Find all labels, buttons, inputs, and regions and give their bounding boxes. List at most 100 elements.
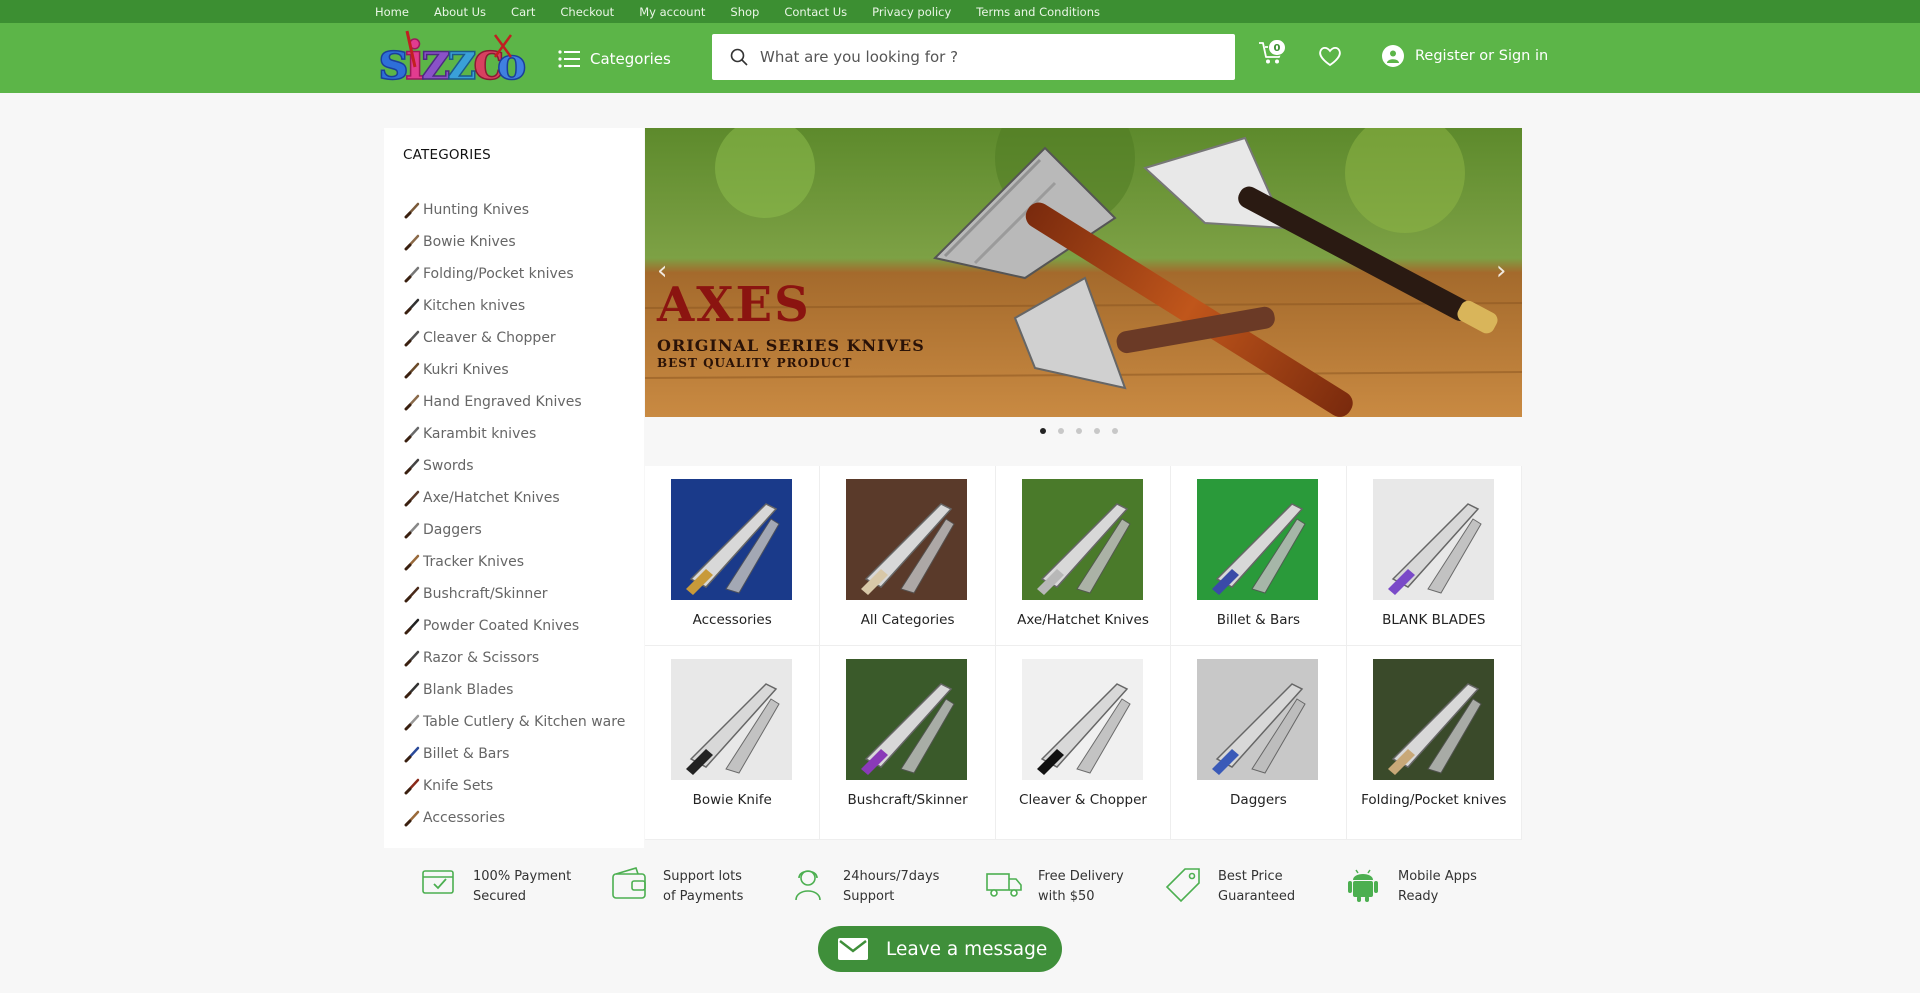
sidebar-item-label: Kitchen knives [423, 298, 526, 314]
category-card-label: All Categories [860, 612, 955, 628]
feature-text: 100% Payment Secured [473, 867, 571, 907]
sidebar-item[interactable]: Hand Engraved Knives [403, 386, 625, 418]
sidebar-item-label: Knife Sets [423, 778, 494, 794]
sidebar-item-label: Accessories [423, 810, 506, 826]
nav-link-cart[interactable]: Cart [511, 5, 535, 19]
slider-dot[interactable] [1040, 428, 1046, 434]
site-logo[interactable]: s i z z c o [377, 27, 527, 93]
sidebar-item[interactable]: Bushcraft/Skinner [403, 578, 625, 610]
hero-banner[interactable]: AXES ORIGINAL SERIES KNIVES BEST QUALITY… [645, 128, 1522, 417]
search-input[interactable] [760, 48, 1200, 66]
sidebar-item[interactable]: Bowie Knives [403, 226, 625, 258]
categories-button[interactable]: Categories [558, 45, 671, 73]
feature-line2: Ready [1398, 889, 1439, 904]
category-card[interactable]: Axe/Hatchet Knives [995, 466, 1172, 646]
sidebar-item[interactable]: Daggers [403, 514, 625, 546]
feature-line2: Guaranteed [1218, 889, 1296, 904]
banner-prev-arrow-icon[interactable]: ‹ [657, 258, 667, 284]
sidebar-item[interactable]: Cleaver & Chopper [403, 322, 625, 354]
category-card[interactable]: Bowie Knife [645, 646, 821, 840]
slider-dot[interactable] [1094, 428, 1100, 434]
categories-label: Categories [590, 50, 671, 68]
category-image [1197, 659, 1319, 780]
sidebar-item-label: Hand Engraved Knives [423, 394, 582, 410]
category-card[interactable]: All Categories [820, 466, 996, 646]
nav-link-privacy[interactable]: Privacy policy [872, 5, 951, 19]
category-card[interactable]: Billet & Bars [1171, 466, 1347, 646]
sidebar-item[interactable]: Hunting Knives [403, 194, 625, 226]
category-card[interactable]: Daggers [1171, 646, 1347, 840]
sidebar-item[interactable]: Axe/Hatchet Knives [403, 482, 625, 514]
category-thumb-icon [403, 233, 421, 251]
feature-text: Mobile Apps Ready [1398, 867, 1477, 907]
category-card-label: Cleaver & Chopper [1019, 792, 1147, 808]
sidebar-item-label: Hunting Knives [423, 202, 529, 218]
sidebar-item[interactable]: Blank Blades [403, 674, 625, 706]
feature-text: 24hours/7days Support [843, 867, 939, 907]
feature-line1: 100% Payment [473, 869, 572, 884]
nav-link-contact[interactable]: Contact Us [784, 5, 847, 19]
sidebar-item[interactable]: Kitchen knives [403, 290, 625, 322]
feature-item: Free Delivery with $50 [985, 866, 1124, 908]
category-image [846, 479, 968, 600]
category-thumb-icon [403, 681, 421, 699]
top-navigation: Home About Us Cart Checkout My account S… [0, 0, 1920, 23]
sidebar-item[interactable]: Swords [403, 450, 625, 482]
category-card[interactable]: Bushcraft/Skinner [820, 646, 996, 840]
slider-dot[interactable] [1076, 428, 1082, 434]
price-tag-icon [1165, 866, 1203, 908]
sidebar-item[interactable]: Karambit knives [403, 418, 625, 450]
account-link[interactable]: Register or Sign in [1382, 45, 1548, 67]
sidebar-item-label: Bushcraft/Skinner [423, 586, 548, 602]
category-card-label: Billet & Bars [1216, 612, 1301, 628]
nav-link-account[interactable]: My account [639, 5, 705, 19]
feature-line1: 24hours/7days [843, 869, 940, 884]
feature-line1: Support lots [663, 869, 742, 884]
category-image [671, 659, 792, 780]
category-image [1197, 479, 1319, 600]
sidebar-item[interactable]: Folding/Pocket knives [403, 258, 625, 290]
sidebar-item[interactable]: Table Cutlery & Kitchen ware [403, 706, 625, 738]
category-image [1021, 659, 1143, 780]
sidebar-item[interactable]: Knife Sets [403, 770, 625, 802]
nav-link-about[interactable]: About Us [434, 5, 486, 19]
nav-link-home[interactable]: Home [375, 5, 409, 19]
sidebar-item[interactable]: Powder Coated Knives [403, 610, 625, 642]
sidebar-item-label: Tracker Knives [423, 554, 525, 570]
sidebar-item[interactable]: Accessories [403, 802, 625, 834]
cart-count-badge: 0 [1268, 39, 1286, 56]
android-icon [1345, 866, 1383, 908]
banner-subtitle: ORIGINAL SERIES KNIVES [657, 336, 925, 355]
sidebar-item[interactable]: Billet & Bars [403, 738, 625, 770]
delivery-truck-icon [985, 866, 1023, 908]
category-card[interactable]: Folding/Pocket knives [1346, 646, 1522, 840]
banner-next-arrow-icon[interactable]: › [1496, 258, 1506, 284]
category-card[interactable]: Cleaver & Chopper [995, 646, 1172, 840]
sidebar-item[interactable]: Razor & Scissors [403, 642, 625, 674]
nav-link-shop[interactable]: Shop [730, 5, 759, 19]
sidebar-item[interactable]: Kukri Knives [403, 354, 625, 386]
categories-sidebar: CATEGORIES Hunting Knives Bowie Knives Fo… [384, 128, 644, 848]
wallet-icon [610, 866, 648, 908]
wishlist-button[interactable] [1318, 45, 1342, 71]
category-grid: Accessories All Categories Axe/Hatchet Kni… [645, 466, 1522, 840]
nav-link-checkout[interactable]: Checkout [560, 5, 614, 19]
feature-item: Mobile Apps Ready [1345, 866, 1477, 908]
search-icon[interactable] [730, 48, 748, 66]
slider-dot[interactable] [1058, 428, 1064, 434]
category-image [1021, 479, 1143, 600]
feature-text: Best Price Guaranteed [1218, 867, 1295, 907]
slider-dot[interactable] [1112, 428, 1118, 434]
sidebar-item-label: Swords [423, 458, 474, 474]
sidebar-item-label: Kukri Knives [423, 362, 509, 378]
sidebar-item[interactable]: Tracker Knives [403, 546, 625, 578]
category-card-label: Bowie Knife [692, 792, 772, 808]
heart-icon [1319, 46, 1341, 67]
category-thumb-icon [403, 201, 421, 219]
leave-message-button[interactable]: Leave a message [818, 926, 1062, 972]
features-bar: 100% Payment Secured Support lots of Paymen… [420, 866, 1520, 910]
nav-link-terms[interactable]: Terms and Conditions [976, 5, 1100, 19]
category-card[interactable]: Accessories [645, 466, 821, 646]
category-thumb-icon [403, 297, 421, 315]
category-card[interactable]: BLANK BLADES [1346, 466, 1522, 646]
